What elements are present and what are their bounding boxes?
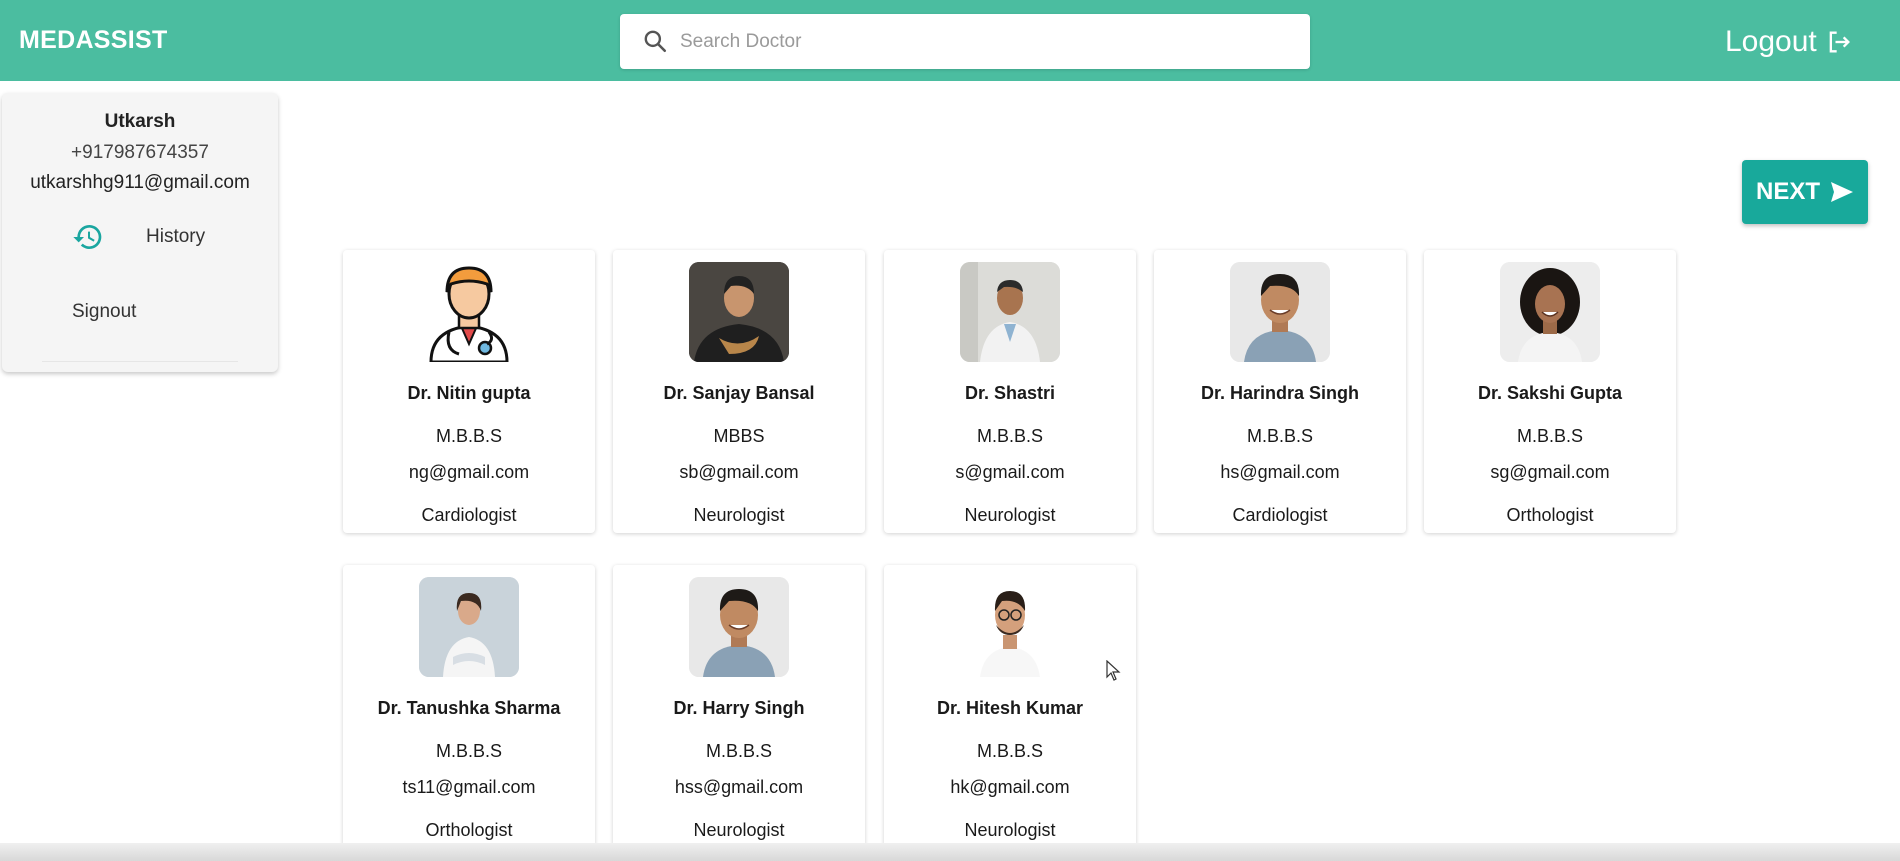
next-label: NEXT — [1755, 178, 1820, 205]
doctor-degree: M.B.B.S — [435, 741, 502, 761]
doctor-email: hss@gmail.com — [674, 777, 804, 797]
divider — [42, 361, 238, 362]
doctor-degree: MBBS — [713, 426, 765, 446]
doctor-email: ng@gmail.com — [408, 462, 530, 482]
search-icon — [644, 30, 667, 53]
user-name: Utkarsh — [104, 111, 176, 132]
doctor-avatar — [419, 262, 519, 362]
search-input[interactable] — [680, 14, 1280, 69]
doctor-card[interactable]: Dr. Nitin gupta M.B.B.S ng@gmail.com Car… — [343, 250, 595, 533]
send-icon — [1831, 182, 1853, 202]
doctor-degree: M.B.B.S — [976, 426, 1043, 446]
top-app-bar: MEDASSIST Logout — [0, 0, 1900, 81]
doctor-card[interactable]: Dr. Tanushka Sharma M.B.B.S ts11@gmail.c… — [343, 565, 595, 848]
signout-menu-item[interactable]: Signout — [72, 301, 136, 323]
profile-card: Utkarsh +917987674357 utkarshhg911@gmail… — [2, 93, 278, 372]
doctor-card[interactable]: Dr. Harindra Singh M.B.B.S hs@gmail.com … — [1154, 250, 1406, 533]
doctor-name: Dr. Sakshi Gupta — [1477, 383, 1623, 403]
doctor-email: sg@gmail.com — [1490, 462, 1610, 482]
doctor-specialty: Cardiologist — [1232, 505, 1328, 525]
doctor-email: s@gmail.com — [955, 462, 1065, 482]
doctor-email: ts11@gmail.com — [402, 777, 536, 797]
doctor-name: Dr. Shastri — [964, 383, 1056, 403]
doctor-degree: M.B.B.S — [435, 426, 502, 446]
doctor-card[interactable]: Dr. Harry Singh M.B.B.S hss@gmail.com Ne… — [613, 565, 865, 848]
doctor-specialty: Orthologist — [425, 820, 513, 840]
doctor-card[interactable]: Dr. Sakshi Gupta M.B.B.S sg@gmail.com Or… — [1424, 250, 1676, 533]
doctor-email: hk@gmail.com — [950, 777, 1070, 797]
doctor-card[interactable]: Dr. Hitesh Kumar M.B.B.S hk@gmail.com Ne… — [884, 565, 1136, 848]
history-label: History — [146, 226, 206, 247]
doctor-name: Dr. Harry Singh — [673, 698, 805, 718]
doctor-avatar — [689, 262, 789, 362]
user-phone: +917987674357 — [71, 142, 209, 163]
doctor-avatar — [960, 577, 1060, 677]
doctor-avatar — [960, 262, 1060, 362]
doctor-specialty: Orthologist — [1506, 505, 1594, 525]
doctor-degree: M.B.B.S — [1246, 426, 1313, 446]
doctor-specialty: Neurologist — [964, 505, 1056, 525]
doctor-email: hs@gmail.com — [1220, 462, 1340, 482]
bottom-scroll-edge — [0, 843, 1900, 861]
doctor-avatar — [689, 577, 789, 677]
doctor-card[interactable]: Dr. Shastri M.B.B.S s@gmail.com Neurolog… — [884, 250, 1136, 533]
doctor-avatar — [1500, 262, 1600, 362]
mouse-cursor-icon — [1106, 660, 1121, 681]
history-menu-item[interactable]: History — [72, 221, 205, 253]
doctor-specialty: Neurologist — [964, 820, 1056, 840]
doctor-name: Dr. Tanushka Sharma — [377, 698, 561, 718]
doctor-name: Dr. Harindra Singh — [1200, 383, 1360, 403]
doctor-degree: M.B.B.S — [1516, 426, 1583, 446]
search-bar[interactable] — [620, 14, 1310, 69]
doctor-avatar — [1230, 262, 1330, 362]
doctor-card[interactable]: Dr. Sanjay Bansal MBBS sb@gmail.com Neur… — [613, 250, 865, 533]
doctor-degree: M.B.B.S — [976, 741, 1043, 761]
doctor-specialty: Cardiologist — [421, 505, 517, 525]
brand-logo[interactable]: MEDASSIST — [19, 26, 168, 55]
user-email: utkarshhg911@gmail.com — [30, 172, 250, 193]
doctor-name: Dr. Sanjay Bansal — [663, 383, 815, 403]
logout-label: Logout — [1725, 25, 1817, 58]
logout-button[interactable]: Logout — [1725, 22, 1853, 62]
doctor-name: Dr. Hitesh Kumar — [936, 698, 1084, 718]
doctor-specialty: Neurologist — [693, 505, 785, 525]
doctor-email: sb@gmail.com — [679, 462, 799, 482]
doctor-avatar — [419, 577, 519, 677]
doctor-degree: M.B.B.S — [705, 741, 772, 761]
history-icon — [73, 225, 102, 249]
doctor-specialty: Neurologist — [693, 820, 785, 840]
next-button[interactable]: NEXT — [1742, 160, 1868, 224]
logout-icon — [1829, 31, 1850, 53]
doctor-name: Dr. Nitin gupta — [407, 383, 531, 403]
